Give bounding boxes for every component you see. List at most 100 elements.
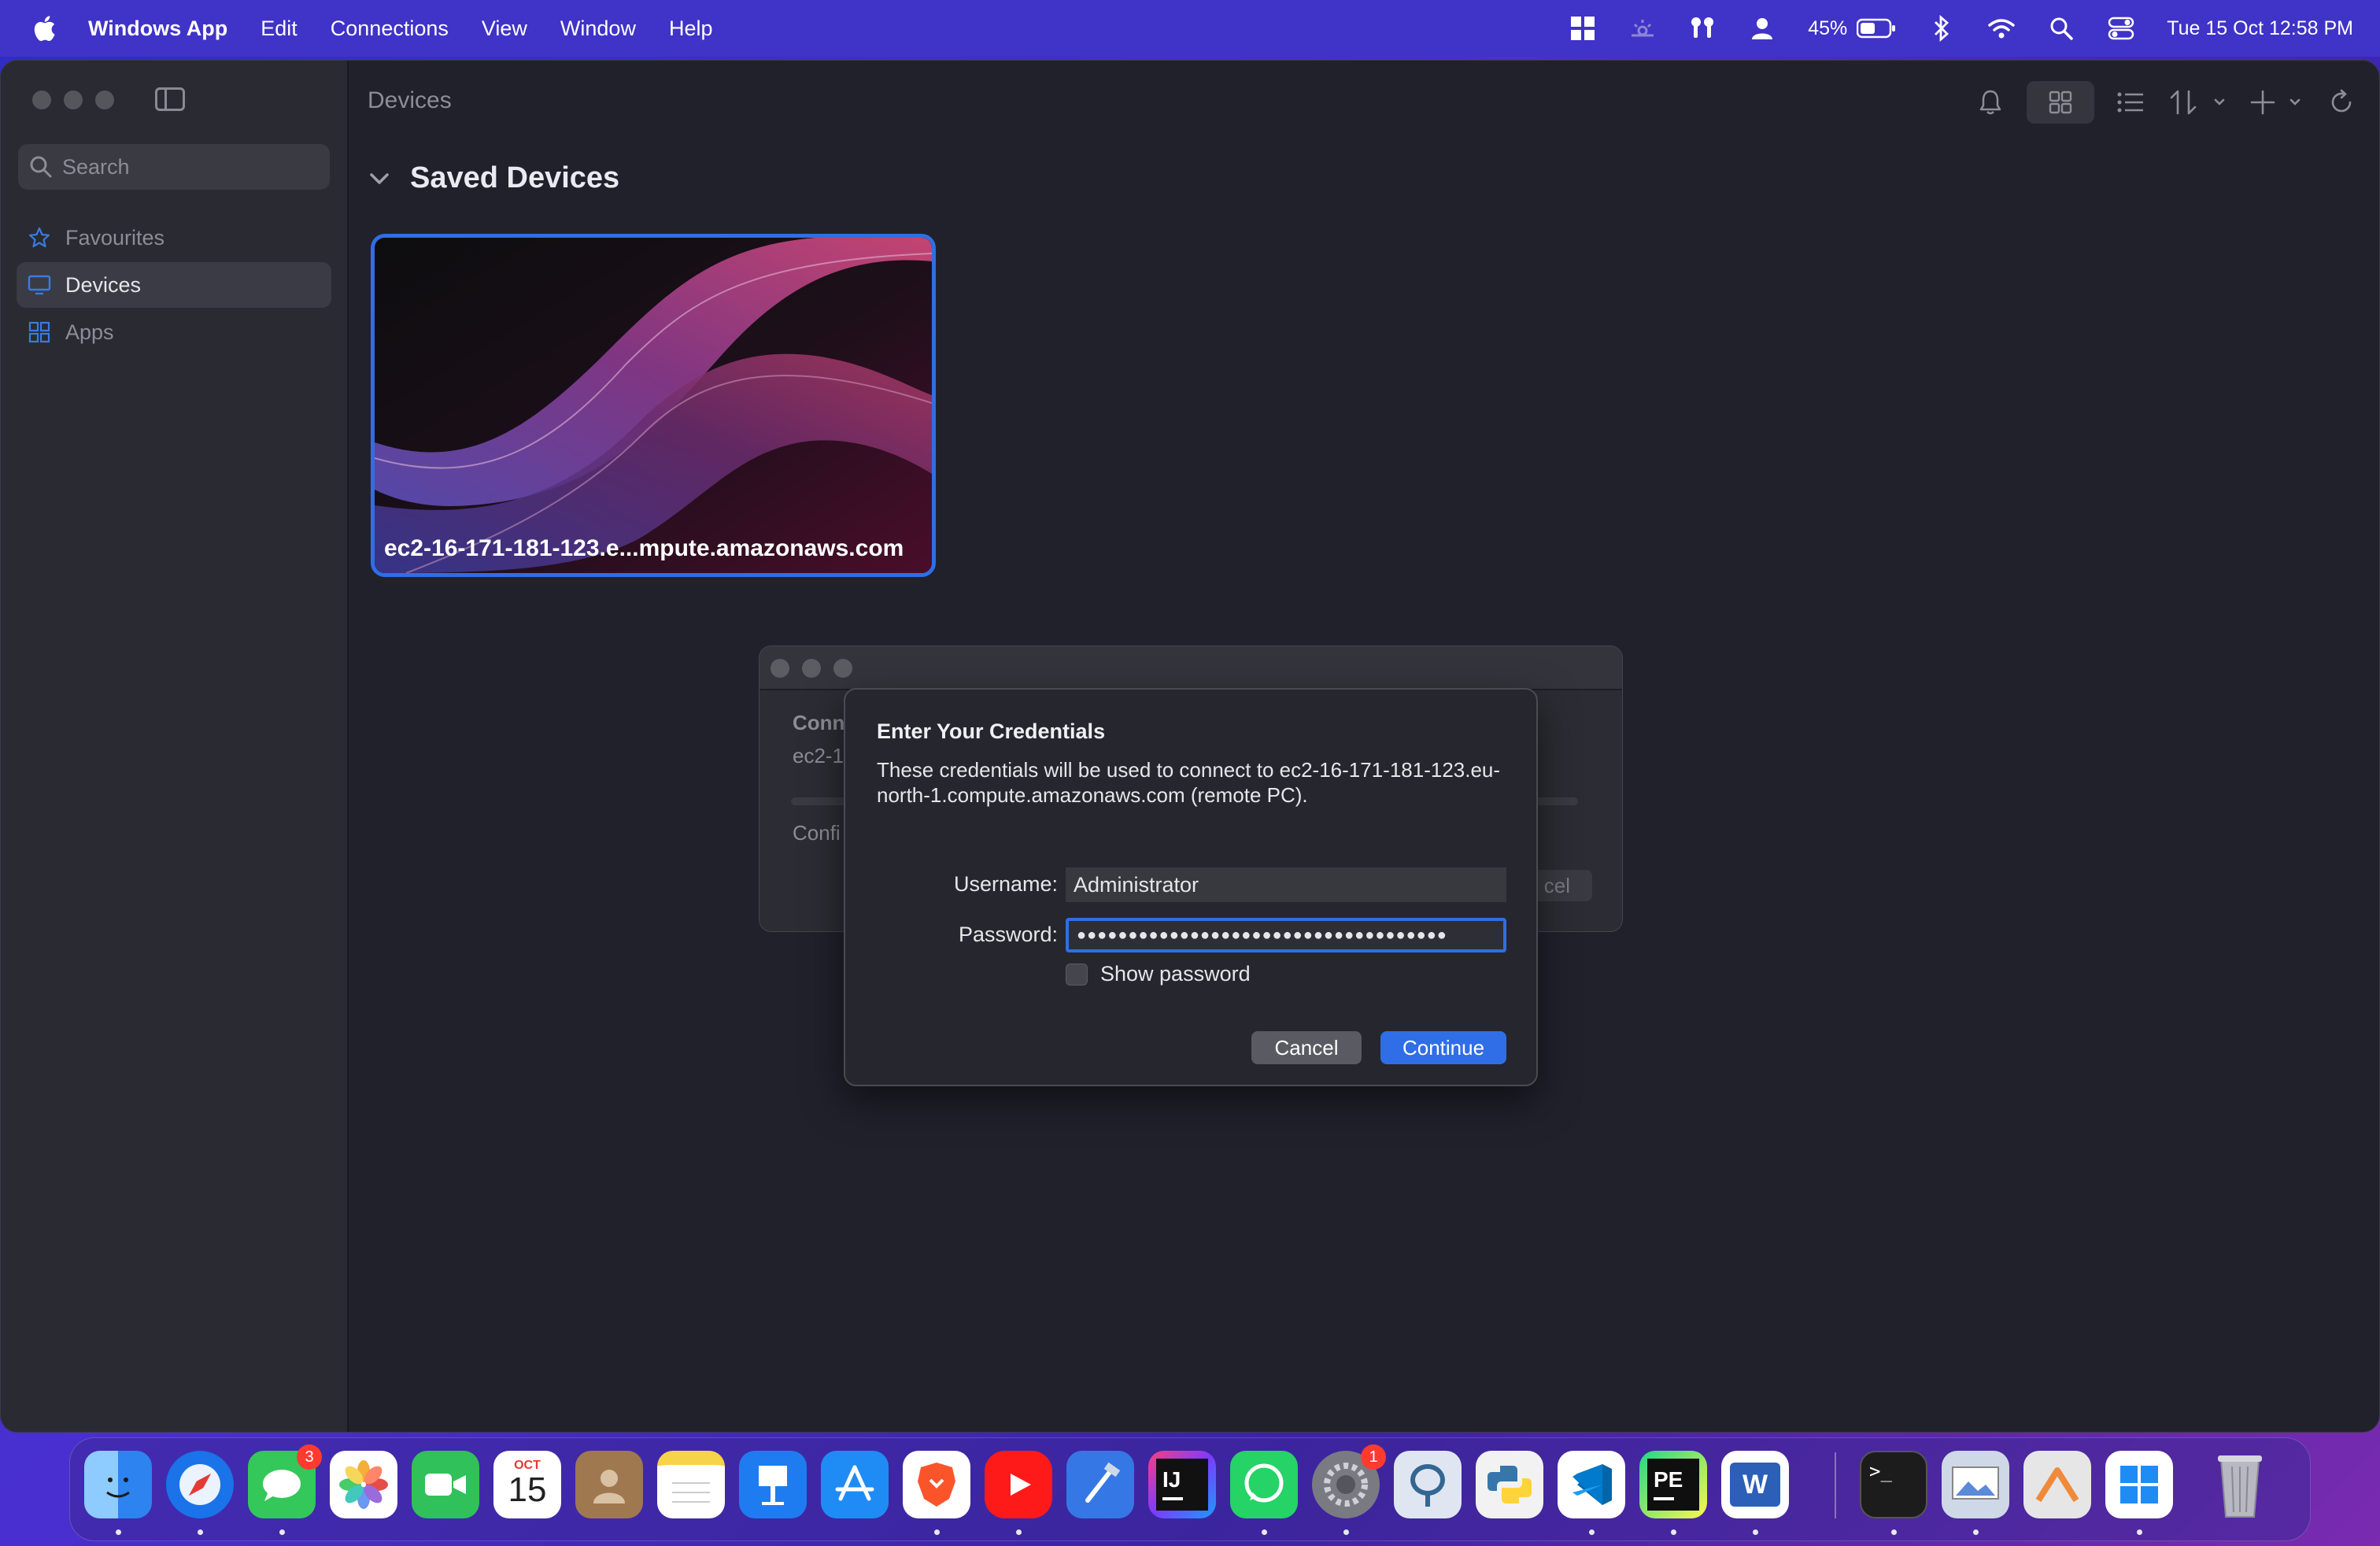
cancel-button[interactable]: Cancel <box>1251 1031 1362 1064</box>
app-name-menu[interactable]: Windows App <box>88 17 227 41</box>
messages-icon[interactable]: 3 <box>248 1444 322 1518</box>
vscode-icon[interactable] <box>1558 1451 1625 1518</box>
device-card[interactable]: ec2-16-171-181-123.e...mpute.amazonaws.c… <box>371 234 936 577</box>
running-indicator <box>198 1529 203 1535</box>
connecting-host: ec2-1 <box>793 744 844 767</box>
minimize-window-button[interactable] <box>64 91 83 109</box>
connecting-dialog-titlebar <box>759 646 1622 690</box>
chevron-down-icon <box>370 172 389 184</box>
facetime-icon[interactable] <box>412 1451 479 1518</box>
whatsapp-icon[interactable] <box>1230 1451 1298 1518</box>
messages-badge: 3 <box>297 1444 322 1470</box>
sort-menu-icon[interactable] <box>2167 81 2230 124</box>
control-center-icon[interactable] <box>2107 14 2135 43</box>
intellij-label: IJ <box>1162 1467 1181 1492</box>
notifications-bell-icon[interactable] <box>1975 81 2006 124</box>
apple-menu-icon[interactable] <box>31 14 57 43</box>
notes-icon[interactable] <box>657 1451 725 1518</box>
running-indicator <box>1262 1529 1267 1535</box>
saved-devices-section-header[interactable]: Saved Devices <box>368 161 619 195</box>
windows-app-dock-icon[interactable] <box>2105 1451 2173 1518</box>
clock[interactable]: Tue 15 Oct 12:58 PM <box>2167 17 2353 40</box>
connecting-title: Conn <box>793 711 845 734</box>
sidebar-item-label: Devices <box>65 272 142 297</box>
sidebar-item-favourites[interactable]: Favourites <box>17 215 331 261</box>
toolbar <box>1954 81 2356 124</box>
bluetooth-icon[interactable] <box>1927 14 1956 43</box>
battery-icon[interactable] <box>1857 14 1896 43</box>
star-icon <box>28 226 51 250</box>
username-field[interactable]: Administrator <box>1066 867 1506 902</box>
search-icon <box>30 156 52 178</box>
show-password-checkbox[interactable]: Show password <box>1066 962 1251 986</box>
search-field[interactable]: Search <box>18 144 330 190</box>
credentials-dialog: Enter Your Credentials These credentials… <box>844 688 1538 1086</box>
running-indicator <box>1589 1529 1595 1535</box>
device-name: ec2-16-171-181-123.e...mpute.amazonaws.c… <box>384 535 904 561</box>
running-indicator <box>1343 1529 1349 1535</box>
sidebar: Search Favourites Devices Apps <box>1 61 349 1432</box>
menu-view[interactable]: View <box>482 17 527 41</box>
battery-percent: 45% <box>1808 17 1848 39</box>
sidebar-item-label: Apps <box>65 320 114 344</box>
close-window-button[interactable] <box>32 91 51 109</box>
youtube-icon[interactable] <box>985 1451 1052 1518</box>
python-launcher-icon[interactable] <box>1476 1451 1543 1518</box>
checkbox-box[interactable] <box>1066 963 1088 986</box>
running-indicator <box>2137 1529 2142 1535</box>
password-label: Password: <box>958 923 1058 946</box>
sublime-icon[interactable] <box>2023 1451 2091 1518</box>
app-store-icon[interactable] <box>821 1451 889 1518</box>
contacts-icon[interactable] <box>575 1451 643 1518</box>
pycharm-icon[interactable]: PE <box>1639 1451 1707 1518</box>
pgadmin-icon[interactable] <box>1394 1451 1462 1518</box>
list-view-icon[interactable] <box>2115 81 2146 124</box>
sidebar-item-devices[interactable]: Devices <box>17 262 331 308</box>
user-icon[interactable] <box>1748 14 1776 43</box>
wifi-icon[interactable] <box>1987 14 2016 43</box>
device-wallpaper-thumbnail <box>375 238 932 573</box>
windows-grid-icon[interactable] <box>1569 14 1597 43</box>
airpods-icon[interactable] <box>1688 14 1717 43</box>
spotlight-search-icon[interactable] <box>2047 14 2075 43</box>
dock-separator <box>1835 1452 1836 1518</box>
menu-connections[interactable]: Connections <box>331 17 449 41</box>
menu-window[interactable]: Window <box>560 17 636 41</box>
running-indicator <box>1016 1529 1022 1535</box>
word-icon[interactable]: W <box>1721 1451 1789 1518</box>
dialog-message: These credentials will be used to connec… <box>877 758 1501 807</box>
calendar-icon[interactable]: OCT 15 <box>493 1451 561 1518</box>
zoom-window-button[interactable] <box>95 91 114 109</box>
section-title: Saved Devices <box>410 161 620 194</box>
running-indicator <box>1671 1529 1676 1535</box>
running-indicator <box>1891 1529 1897 1535</box>
terminal-icon[interactable]: >_ <box>1860 1451 1927 1518</box>
grid-view-icon[interactable] <box>2027 81 2094 124</box>
menu-edit[interactable]: Edit <box>261 17 298 41</box>
refresh-icon[interactable] <box>2327 81 2356 124</box>
finder-icon[interactable] <box>84 1451 152 1518</box>
password-field[interactable]: ●●●●●●●●●●●●●●●●●●●●●●●●●●●●●●●●●●●● <box>1066 918 1506 952</box>
continue-button[interactable]: Continue <box>1380 1031 1506 1064</box>
zoom-window-button[interactable] <box>833 659 852 678</box>
photos-icon[interactable] <box>330 1451 397 1518</box>
sidebar-toggle-icon[interactable] <box>155 87 185 111</box>
keynote-icon[interactable] <box>739 1451 807 1518</box>
sidebar-item-apps[interactable]: Apps <box>17 309 331 355</box>
trash-icon[interactable] <box>2206 1451 2274 1518</box>
apps-grid-icon <box>28 320 51 344</box>
menu-help[interactable]: Help <box>669 17 713 41</box>
xcode-icon[interactable] <box>1066 1451 1134 1518</box>
weather-icon[interactable] <box>1628 14 1657 43</box>
sidebar-item-label: Favourites <box>65 225 165 250</box>
preview-icon[interactable] <box>1942 1451 2009 1518</box>
minimize-window-button[interactable] <box>802 659 821 678</box>
intellij-idea-icon[interactable]: IJ <box>1148 1451 1216 1518</box>
system-settings-icon[interactable]: 1 <box>1312 1444 1386 1518</box>
menu-bar: Windows App Edit Connections View Window… <box>0 0 2380 57</box>
search-placeholder: Search <box>62 154 130 179</box>
close-window-button[interactable] <box>771 659 789 678</box>
brave-browser-icon[interactable] <box>903 1451 970 1518</box>
safari-icon[interactable] <box>166 1451 234 1518</box>
add-menu-icon[interactable] <box>2250 81 2307 124</box>
